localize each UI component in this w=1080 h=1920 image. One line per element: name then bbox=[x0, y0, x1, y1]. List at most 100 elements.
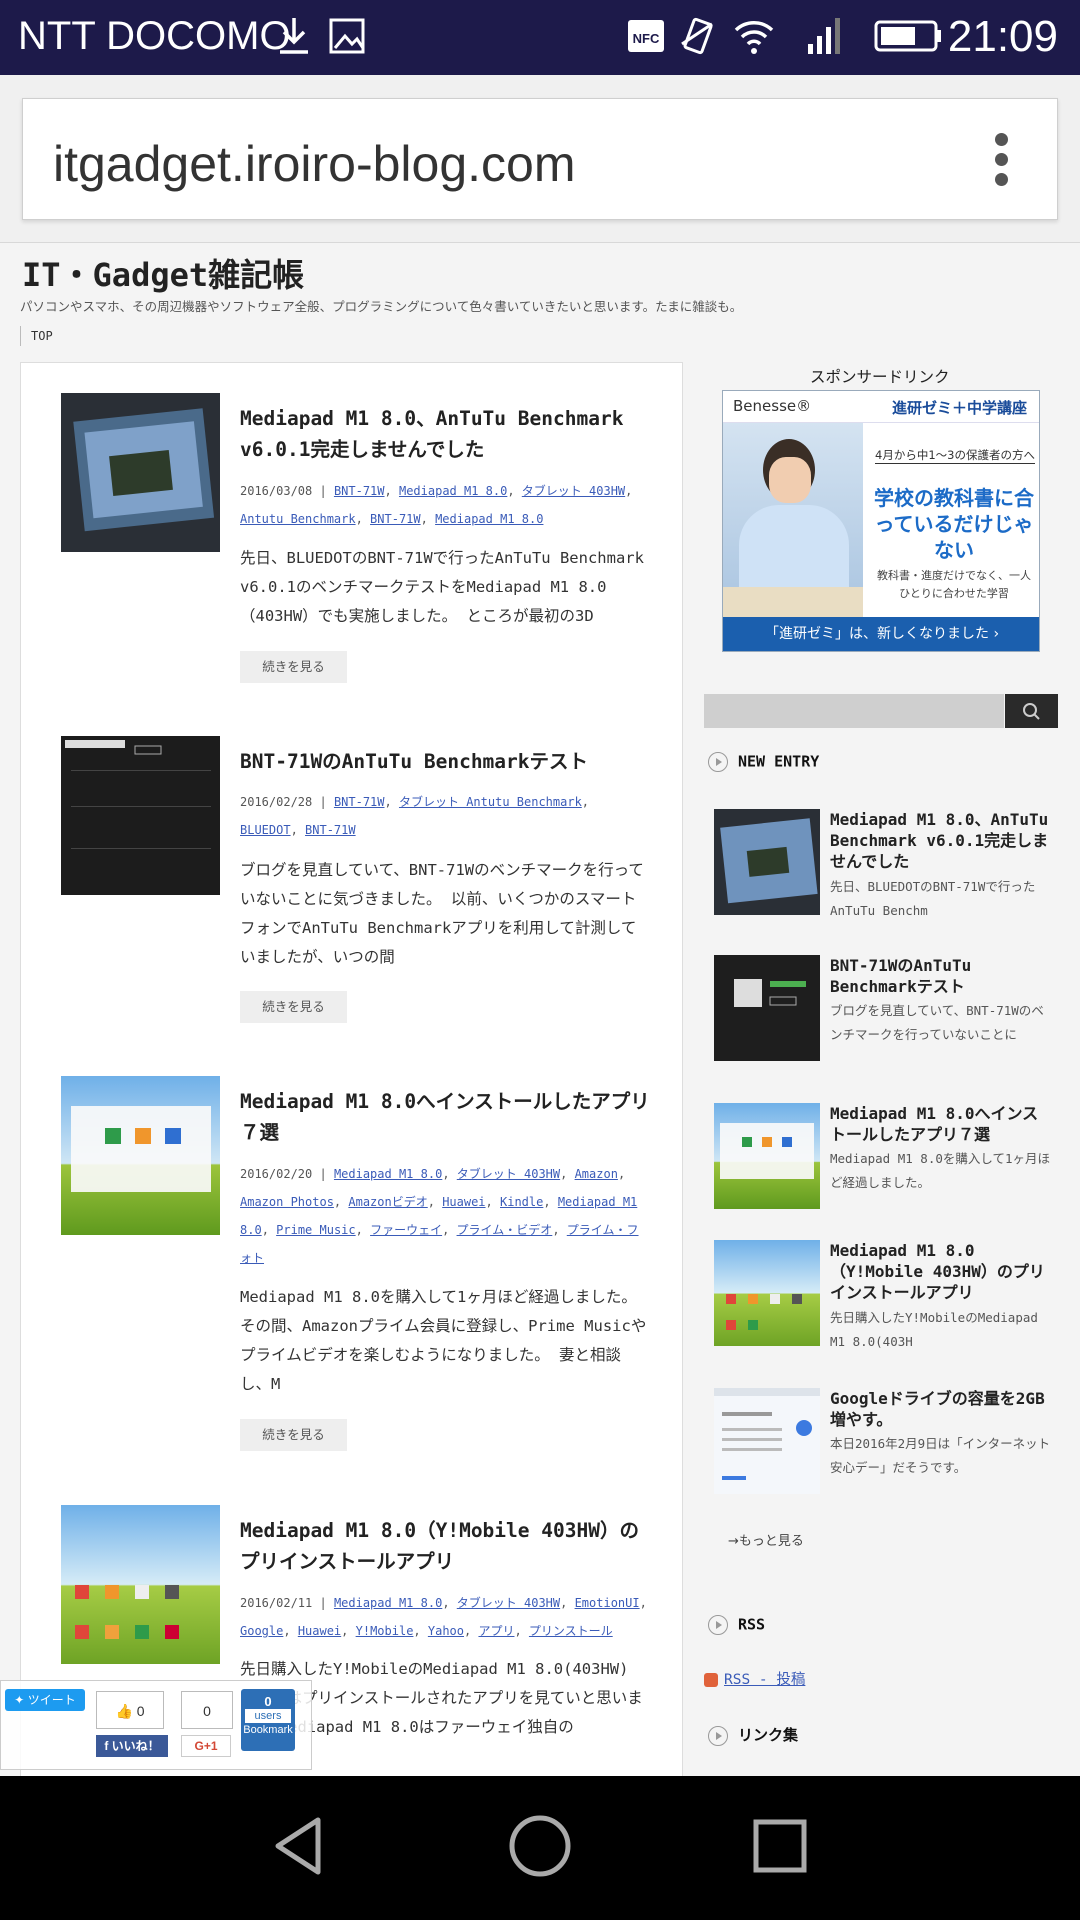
web-page: IT・Gadget雑記帳 パソコンやスマホ、その周辺機器やソフトウェア全般、プロ… bbox=[0, 244, 1080, 1776]
arrow-circle-icon bbox=[708, 1615, 728, 1635]
tag-link[interactable]: Amazon bbox=[575, 1167, 618, 1181]
post-meta: 2016/02/11 | Mediapad M1 8.0, タブレット 403H… bbox=[240, 1596, 647, 1638]
tag-link[interactable]: タブレット 403HW bbox=[522, 484, 625, 498]
facebook-icon: f bbox=[104, 1739, 112, 1753]
entry-title[interactable]: Googleドライブの容量を2GB増やす。 bbox=[830, 1388, 1054, 1430]
nav-top-link[interactable]: TOP bbox=[20, 326, 53, 346]
tag-link[interactable]: Y!Mobile bbox=[356, 1624, 414, 1638]
svg-text:NFC: NFC bbox=[633, 31, 660, 46]
hatena-bookmark-button[interactable]: 0 users Bookmark bbox=[241, 1689, 295, 1751]
tag-link[interactable]: タブレット 403HW bbox=[457, 1167, 560, 1181]
tag-link[interactable]: Amazonビデオ bbox=[348, 1195, 427, 1209]
post-thumbnail[interactable] bbox=[61, 1076, 220, 1235]
entry-title[interactable]: BNT-71WのAnTuTu Benchmarkテスト bbox=[830, 955, 1054, 997]
entry-title[interactable]: Mediapad M1 8.0へインストールしたアプリ７選 bbox=[830, 1103, 1054, 1145]
tag-link[interactable]: Mediapad M1 8.0 bbox=[399, 484, 507, 498]
post-meta: 2016/02/20 | Mediapad M1 8.0, タブレット 403H… bbox=[240, 1167, 639, 1265]
search-input[interactable] bbox=[704, 694, 1004, 728]
like-count-box[interactable]: 👍 0 bbox=[96, 1691, 164, 1729]
tag-link[interactable]: Mediapad M1 8.0 bbox=[334, 1167, 442, 1181]
search-button[interactable] bbox=[1005, 694, 1058, 728]
tag-link[interactable]: BLUEDOT bbox=[240, 823, 291, 837]
post-title[interactable]: Mediapad M1 8.0（Y!Mobile 403HW）のプリインストール… bbox=[240, 1515, 650, 1577]
social-share-bar: ✦ ツイート 👍 0 0 0 users Bookmark f いいね！ G+1 bbox=[0, 1680, 312, 1770]
post-date: 2016/03/08 | bbox=[240, 484, 327, 498]
tag-link[interactable]: Prime Music bbox=[276, 1223, 355, 1237]
post-meta: 2016/02/28 | BNT-71W, タブレット Antutu Bench… bbox=[240, 795, 590, 837]
tweet-button[interactable]: ✦ ツイート bbox=[5, 1689, 85, 1711]
blog-description: パソコンやスマホ、その周辺機器やソフトウェア全般、プログラミングについて色々書い… bbox=[20, 299, 743, 314]
entry-title[interactable]: Mediapad M1 8.0、AnTuTu Benchmark v6.0.1完… bbox=[830, 809, 1054, 872]
facebook-like-button[interactable]: f いいね！ bbox=[96, 1735, 168, 1757]
hatena-label: Bookmark bbox=[243, 1724, 293, 1736]
tag-link[interactable]: EmotionUI bbox=[575, 1596, 640, 1610]
links-heading: リンク集 bbox=[708, 1724, 798, 1746]
more-vert-icon[interactable] bbox=[995, 133, 1009, 187]
blog-title[interactable]: IT・Gadget雑記帳 bbox=[22, 250, 304, 296]
new-entry-heading: NEW ENTRY bbox=[708, 752, 819, 772]
post-excerpt: ブログを見直していて、BNT-71Wのベンチマークを行っていないことに気づきまし… bbox=[240, 861, 644, 966]
tag-link[interactable]: タブレット Antutu Benchmark bbox=[399, 795, 582, 809]
vibrate-icon bbox=[681, 17, 713, 55]
tag-link[interactable]: BNT-71W bbox=[370, 512, 421, 526]
tag-link[interactable]: Mediapad M1 8.0 bbox=[334, 1596, 442, 1610]
url-text[interactable]: itgadget.iroiro-blog.com bbox=[53, 135, 576, 193]
tag-link[interactable]: BNT-71W bbox=[334, 484, 385, 498]
tag-link[interactable]: BNT-71W bbox=[305, 823, 356, 837]
tag-link[interactable]: プライム・ビデオ bbox=[457, 1223, 553, 1237]
ad-course: 進研ゼミ＋中学講座 bbox=[891, 399, 1027, 417]
entry-thumbnail bbox=[714, 1103, 820, 1209]
clock: 21:09 bbox=[947, 12, 1058, 61]
tag-link[interactable]: Huawei bbox=[298, 1624, 341, 1638]
rss-link-text[interactable]: RSS - 投稿 bbox=[724, 1672, 805, 1688]
tag-link[interactable]: Amazon Photos bbox=[240, 1195, 334, 1209]
sidebar-entry[interactable]: BNT-71WのAnTuTu Benchmarkテスト ブログを見直していて、B… bbox=[714, 955, 1054, 1065]
post-item: BNT-71WのAnTuTu Benchmarkテスト 2016/02/28 |… bbox=[61, 736, 661, 1026]
tag-link[interactable]: アプリ bbox=[478, 1624, 514, 1638]
read-more-button[interactable]: 続きを見る bbox=[240, 1419, 347, 1451]
more-entries-link[interactable]: →もっと見る bbox=[728, 1530, 804, 1549]
search-icon bbox=[1023, 703, 1040, 720]
wifi-icon bbox=[734, 21, 774, 54]
read-more-button[interactable]: 続きを見る bbox=[240, 991, 347, 1023]
tag-link[interactable]: Mediapad M1 8.0 bbox=[435, 512, 543, 526]
google-plus-button[interactable]: G+1 bbox=[181, 1735, 231, 1757]
ad-footer[interactable]: 「進研ゼミ」は、新しくなりました › bbox=[723, 617, 1039, 651]
entry-title[interactable]: Mediapad M1 8.0（Y!Mobile 403HW）のプリインストール… bbox=[830, 1240, 1054, 1303]
post-title[interactable]: Mediapad M1 8.0へインストールしたアプリ７選 bbox=[240, 1086, 650, 1148]
advertisement-banner[interactable]: Benesse® 進研ゼミ＋中学講座 4月から中1～3の保護者の方へ 学校の教科… bbox=[722, 390, 1040, 652]
post-thumbnail[interactable] bbox=[61, 393, 220, 552]
sidebar-entry[interactable]: Googleドライブの容量を2GB増やす。 本日2016年2月9日は「インターネ… bbox=[714, 1388, 1054, 1498]
post-thumbnail[interactable] bbox=[61, 736, 220, 895]
ad-subtext: 教科書・進度だけでなく、一人ひとりに合わせた学習 bbox=[877, 569, 1031, 600]
back-icon[interactable] bbox=[260, 1806, 340, 1886]
image-icon bbox=[329, 18, 365, 54]
tag-link[interactable]: Yahoo bbox=[428, 1624, 464, 1638]
entry-thumbnail bbox=[714, 1388, 820, 1494]
read-more-button[interactable]: 続きを見る bbox=[240, 651, 347, 683]
tag-link[interactable]: Google bbox=[240, 1624, 283, 1638]
nfc-icon: NFC bbox=[628, 20, 664, 52]
sidebar-entry[interactable]: Mediapad M1 8.0（Y!Mobile 403HW）のプリインストール… bbox=[714, 1240, 1054, 1350]
post-meta: 2016/03/08 | BNT-71W, Mediapad M1 8.0, タ… bbox=[240, 484, 633, 526]
post-title[interactable]: BNT-71WのAnTuTu Benchmarkテスト bbox=[240, 746, 650, 777]
recents-icon[interactable] bbox=[740, 1806, 820, 1886]
sidebar-entry[interactable]: Mediapad M1 8.0へインストールしたアプリ７選 Mediapad M… bbox=[714, 1103, 1054, 1213]
tag-link[interactable]: タブレット 403HW bbox=[457, 1596, 560, 1610]
tag-link[interactable]: ファーウェイ bbox=[370, 1223, 442, 1237]
entry-excerpt: 本日2016年2月9日は「インターネット安心デー」だそうです。 bbox=[830, 1436, 1051, 1475]
address-bar[interactable]: itgadget.iroiro-blog.com bbox=[22, 98, 1058, 220]
signal-icon bbox=[808, 18, 840, 54]
tag-link[interactable]: Huawei bbox=[442, 1195, 485, 1209]
tag-link[interactable]: プリンストール bbox=[529, 1624, 613, 1638]
tag-link[interactable]: Kindle bbox=[500, 1195, 543, 1209]
rss-feed-link[interactable]: RSS - 投稿 bbox=[704, 1668, 805, 1689]
post-title[interactable]: Mediapad M1 8.0、AnTuTu Benchmark v6.0.1完… bbox=[240, 403, 650, 465]
ad-brand: Benesse® bbox=[733, 397, 812, 415]
sidebar-entry[interactable]: Mediapad M1 8.0、AnTuTu Benchmark v6.0.1完… bbox=[714, 809, 1054, 919]
tag-link[interactable]: Antutu Benchmark bbox=[240, 512, 356, 526]
post-thumbnail[interactable] bbox=[61, 1505, 220, 1664]
entry-excerpt: 先日購入したY!MobileのMediapad M1 8.0(403H bbox=[830, 1310, 1038, 1349]
home-icon[interactable] bbox=[500, 1806, 580, 1886]
tag-link[interactable]: BNT-71W bbox=[334, 795, 385, 809]
